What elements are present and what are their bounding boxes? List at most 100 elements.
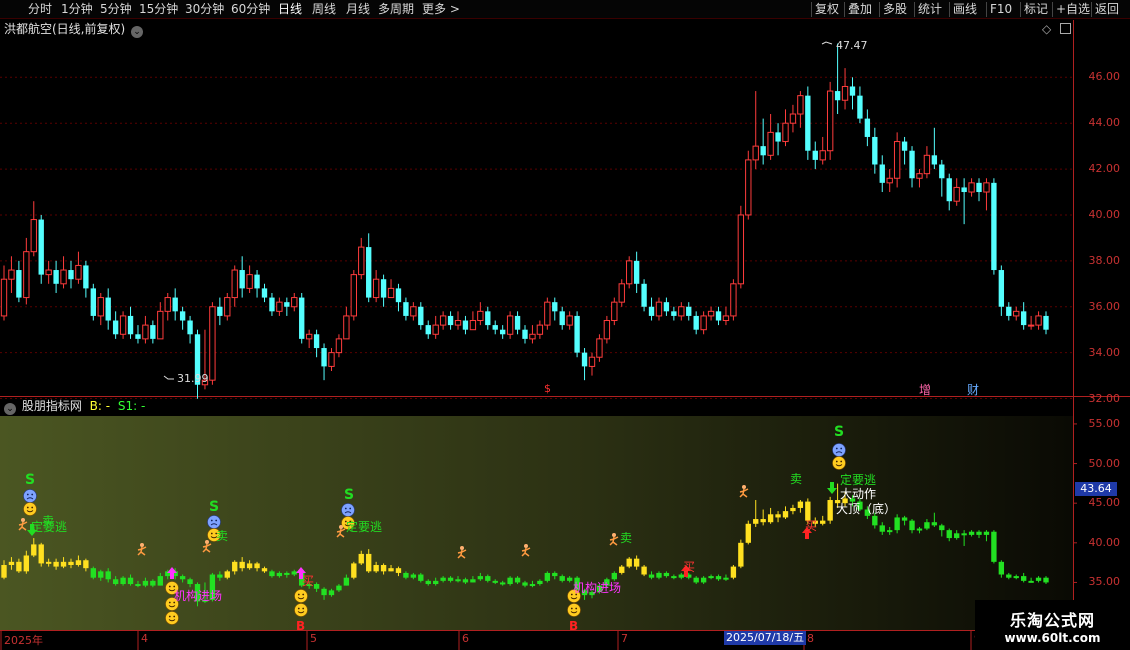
toolbar-button[interactable]: +自选 (1056, 1, 1090, 18)
price-axis-label: 34.00 (1088, 345, 1121, 359)
diamond-icon[interactable]: ◇ (1042, 22, 1051, 36)
candle-body (477, 310, 484, 322)
candle-body (998, 270, 1005, 307)
indicator-bar (522, 582, 528, 586)
stock-chart-canvas[interactable] (0, 20, 1130, 650)
period-tab[interactable]: 1分钟 (61, 1, 93, 18)
toolbar-button[interactable]: 统计 (918, 1, 942, 18)
indicator-bar (410, 574, 417, 578)
toolbar-button[interactable]: 复权 (815, 1, 839, 18)
watermark-logo: 乐淘公式网 www.60lt.com (975, 600, 1130, 650)
buy-label: 买 (683, 560, 696, 574)
indicator-bar (1043, 577, 1049, 583)
candle-body (745, 159, 752, 216)
candle-body (641, 283, 647, 307)
indicator-bar (656, 572, 662, 578)
period-tab[interactable]: 多周期 (378, 1, 414, 18)
date-axis-label: 4 (141, 632, 148, 645)
indicator-bar (321, 588, 327, 596)
candle-body (686, 306, 692, 316)
period-tab[interactable]: 5分钟 (100, 1, 132, 18)
candle-body (946, 178, 952, 202)
candle-body (439, 315, 447, 326)
face-eye (840, 460, 843, 463)
candle-body (499, 329, 506, 335)
candle-body (432, 324, 439, 335)
chevron-down-icon[interactable]: ⌄ (4, 403, 16, 415)
period-tab[interactable]: 月线 (346, 1, 370, 18)
candle-body (231, 269, 238, 299)
period-tab[interactable]: 30分钟 (185, 1, 224, 18)
period-tab[interactable]: 更多 > (422, 1, 460, 18)
period-tab[interactable]: 15分钟 (139, 1, 178, 18)
chevron-down-icon[interactable]: ⌄ (131, 26, 144, 38)
face-eye (215, 519, 218, 522)
candle-body (395, 288, 402, 303)
indicator-bar (820, 520, 826, 524)
toolbar-button[interactable]: 多股 (883, 1, 907, 18)
indicator-bar (1028, 580, 1034, 583)
indicator-bar (75, 560, 82, 566)
sell-label: 卖 (620, 531, 633, 545)
sad-face-icon (341, 503, 355, 517)
indicator-bar (403, 572, 409, 578)
indicator-bar (566, 577, 573, 581)
period-tab[interactable]: 日线 (278, 1, 302, 18)
candle-body (142, 324, 149, 340)
finance-marker[interactable]: 财 (967, 381, 979, 398)
candle-body (663, 302, 670, 312)
candle-body (447, 315, 454, 326)
indicator-bar (619, 566, 625, 573)
period-tab[interactable]: 分时 (28, 1, 52, 18)
candle-body (864, 118, 871, 137)
face-eye (297, 593, 300, 596)
candle-body (849, 86, 856, 96)
candle-body (707, 310, 715, 317)
indicator-axis-label: 35.00 (1088, 575, 1121, 589)
candle-body (559, 311, 565, 326)
face-eye (302, 607, 305, 610)
indicator-bar (224, 571, 230, 578)
indicator-bar (477, 576, 484, 580)
indicator-bar (135, 584, 141, 587)
indicator-bar (507, 577, 513, 585)
smile-face-icon (294, 603, 308, 617)
stock-name-period: 洪都航空(日线,前复权) (4, 22, 126, 36)
runner-icon (460, 546, 464, 550)
toolbar-button[interactable]: 叠加 (848, 1, 872, 18)
candle-body (119, 315, 127, 335)
low-price-label: 31.99 (177, 372, 209, 385)
candle-body (1006, 306, 1012, 316)
face-eye (570, 607, 573, 610)
indicator-bar (946, 530, 952, 539)
indicator-bar (968, 531, 975, 535)
indicator-bar (455, 579, 461, 582)
period-tab[interactable]: 周线 (312, 1, 336, 18)
toolbar-button[interactable]: 返回 (1095, 1, 1119, 18)
toolbar-button[interactable]: F10 (990, 1, 1012, 18)
toolbar-button[interactable]: 标记 (1024, 1, 1048, 18)
candle-body (1013, 310, 1020, 317)
candle-body (469, 320, 477, 331)
indicator-bar (753, 519, 759, 524)
indicator-bar (887, 530, 893, 533)
candle-body (618, 283, 625, 303)
candle-body (366, 247, 372, 298)
indicator-bar (269, 571, 275, 577)
candle-body (805, 95, 811, 151)
indicator-bar (157, 576, 163, 586)
toolbar-button[interactable]: 画线 (953, 1, 977, 18)
dividend-marker[interactable]: $ (544, 382, 551, 395)
indicator-bar (872, 515, 878, 526)
candle-body (700, 315, 707, 331)
date-axis-label: 5 (310, 632, 317, 645)
indicator-bar (797, 501, 804, 508)
buy-signal-b: B (569, 619, 579, 633)
toolbar-divider (914, 2, 915, 17)
period-tab[interactable]: 60分钟 (231, 1, 270, 18)
panel-toggle-icon[interactable] (1060, 23, 1071, 34)
increase-marker[interactable]: 增 (919, 381, 931, 398)
indicator-name: 股朋指标网 (21, 399, 82, 413)
face-eye (168, 585, 171, 588)
institution-entry-label: 机构进场 (174, 589, 223, 603)
